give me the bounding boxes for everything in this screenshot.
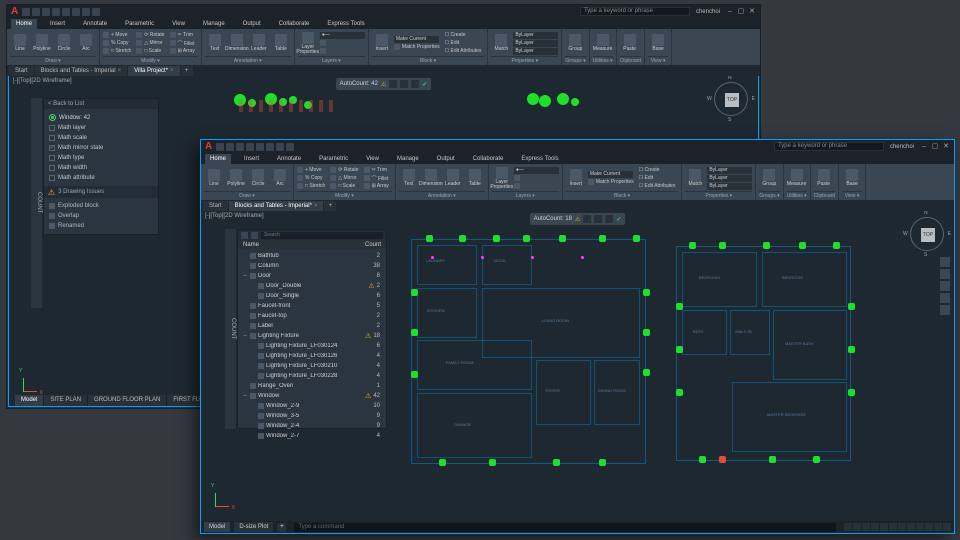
command-line[interactable]: Type a command [294, 523, 836, 532]
search-input[interactable]: Type a keyword or phrase [580, 7, 690, 16]
tree-node[interactable]: Lighting Fixture_LF0302284 [240, 371, 384, 381]
first-floor-plan: BEDROOM BEDROOM BATH WALK-IN MASTER BATH… [676, 246, 851, 461]
tree-node[interactable]: Window_3-59 [240, 411, 384, 421]
panel-draw: Line Polyline Circle Arc Draw ▾ [7, 29, 100, 65]
tree-node[interactable]: Window_2-74 [240, 431, 384, 441]
statusbar: Model D-size Plot + Type a command [201, 521, 954, 533]
viewcube[interactable]: TOP NSEW [714, 82, 748, 116]
tree-node[interactable]: Window_2-910 [240, 401, 384, 411]
tree-node[interactable]: Lighting Fixture_LF0301264 [240, 351, 384, 361]
tree-node[interactable]: –Door8 [240, 271, 384, 281]
tree-node[interactable]: Faucet-top2 [240, 311, 384, 321]
tree-node[interactable]: Faucet-front5 [240, 301, 384, 311]
arc-button[interactable]: Arc [76, 34, 96, 52]
window-controls[interactable]: –▢✕ [726, 8, 756, 16]
tree-node[interactable]: –Lighting Fixture⚠18 [240, 331, 384, 341]
line-button[interactable]: Line [10, 34, 30, 52]
tree-node[interactable]: Window_2-49 [240, 421, 384, 431]
count-strip[interactable]: COUNT [31, 98, 42, 308]
nav-bar[interactable] [940, 257, 952, 315]
ribbon: Line Polyline Circle Arc Draw ▾ + Move% … [7, 29, 760, 65]
tree-node[interactable]: Lighting Fixture_LF0301246 [240, 341, 384, 351]
panel-layers: Layer Properties●— Layers ▾ [295, 29, 369, 65]
prev-icon [389, 80, 397, 88]
tree-node[interactable]: Column38 [240, 261, 384, 271]
autocad-window-front: A Type a keyword or phrase chenchoi –▢✕ … [200, 139, 955, 534]
tree-node[interactable]: Lighting Fixture_LF0302104 [240, 361, 384, 371]
tree-node[interactable]: –Window⚠42 [240, 391, 384, 401]
search-input[interactable]: Search [261, 232, 383, 239]
tree-node[interactable]: Door_Single6 [240, 291, 384, 301]
ribbon-tabs[interactable]: Home Insert Annotate Parametric View Man… [7, 18, 760, 29]
panel-block: Insert Make Current Match Properties ☐ C… [369, 29, 489, 65]
panel-annotation: Text Dimension Leader Table Annotation ▾ [202, 29, 295, 65]
panel-properties: MatchByLayerByLayerByLayer Properties ▾ [488, 29, 562, 65]
count-palette: < Back to List Window: 42 Math layer Mat… [43, 98, 159, 235]
canvas-front[interactable]: [-][Top][2D Wireframe] AutoCount: 18⚠✓ T… [201, 211, 954, 521]
count-panel: Search NameCount Bathtub2Column38–Door8D… [237, 229, 387, 429]
ground-floor-plan: LAUNDRY NOOK KITCHEN LIVING ROOM FAMILY … [411, 239, 646, 464]
tree-node[interactable]: Bathtub2 [240, 251, 384, 261]
status-icons[interactable] [844, 523, 951, 531]
ucs-icon: XY [15, 372, 37, 394]
autocount-pill[interactable]: AutoCount: 42⚠ ✓ [336, 78, 432, 90]
tree-node[interactable]: Label2 [240, 321, 384, 331]
polyline-button[interactable]: Polyline [32, 34, 52, 52]
back-to-list[interactable]: < Back to List [44, 99, 158, 109]
tree-node[interactable]: Door_Double⚠2 [240, 281, 384, 291]
new-tab-button[interactable]: + [181, 66, 193, 76]
panel-modify: + Move% Copy□ Stretch ⟳ Rotate△ Mirror□ … [100, 29, 202, 65]
document-tabs[interactable]: Start Blocks and Tables - Imperial× Vill… [7, 65, 760, 76]
quick-access-toolbar[interactable] [22, 8, 100, 16]
check-icon [49, 114, 56, 121]
circle-button[interactable]: Circle [54, 34, 74, 52]
tree-node[interactable]: Range_Oven1 [240, 381, 384, 391]
next-icon [400, 80, 408, 88]
app-logo: A [11, 6, 18, 17]
tab-home[interactable]: Home [11, 19, 37, 29]
user-name[interactable]: chenchoi [696, 9, 720, 15]
titlebar: A Type a keyword or phrase chenchoi –▢✕ [7, 5, 760, 18]
refresh-icon [411, 80, 419, 88]
